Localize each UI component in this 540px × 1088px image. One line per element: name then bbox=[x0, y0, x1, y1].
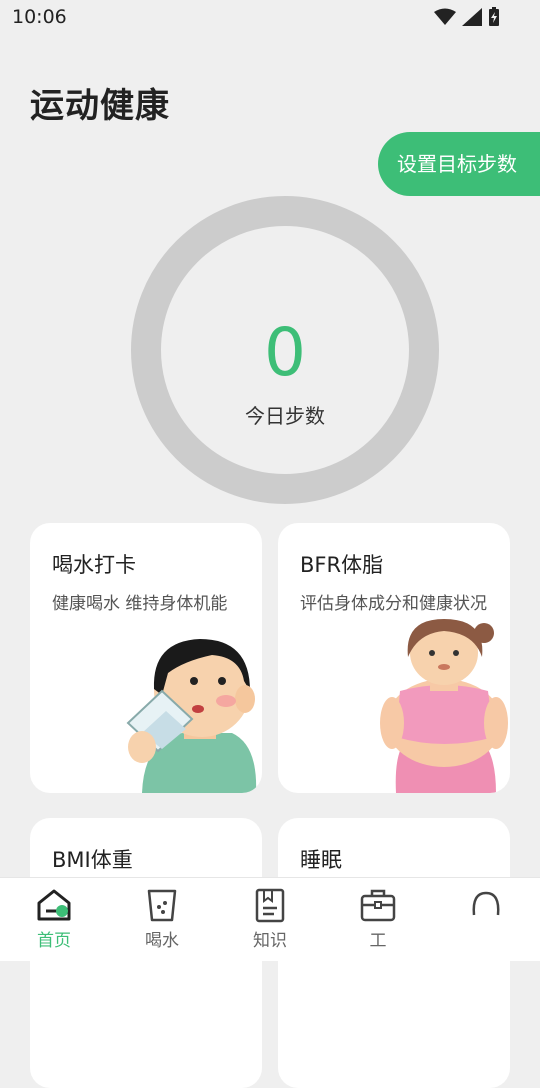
status-time: 10:06 bbox=[12, 6, 67, 28]
nav-item-water[interactable]: 喝水 bbox=[108, 878, 216, 961]
card-water[interactable]: 喝水打卡 健康喝水 维持身体机能 bbox=[30, 523, 262, 793]
page-title: 运动健康 bbox=[30, 86, 170, 126]
battery-icon bbox=[489, 7, 499, 26]
card-bfr[interactable]: BFR体脂 评估身体成分和健康状况 bbox=[278, 523, 510, 793]
status-bar: 10:06 bbox=[0, 0, 540, 36]
card-subtitle: 评估身体成分和健康状况 bbox=[300, 594, 487, 614]
nav-item-tools[interactable]: 工 bbox=[324, 878, 432, 961]
body-fat-illustration bbox=[380, 619, 508, 793]
card-subtitle: 健康喝水 维持身体机能 bbox=[52, 594, 228, 614]
nav-label: 喝水 bbox=[145, 931, 179, 951]
step-label: 今日步数 bbox=[245, 404, 325, 428]
card-title: BFR体脂 bbox=[300, 553, 384, 577]
nav-item-profile[interactable] bbox=[432, 878, 540, 961]
briefcase-icon bbox=[360, 889, 396, 922]
book-icon bbox=[255, 888, 285, 923]
card-title: 喝水打卡 bbox=[52, 553, 136, 577]
nav-label: 工 bbox=[369, 931, 387, 951]
set-goal-steps-button[interactable]: 设置目标步数 bbox=[378, 132, 540, 196]
nav-item-knowledge[interactable]: 知识 bbox=[216, 878, 324, 961]
card-title: BMI体重 bbox=[52, 848, 133, 872]
signal-icon bbox=[462, 8, 482, 26]
nav-label: 知识 bbox=[253, 931, 287, 951]
home-icon bbox=[37, 889, 71, 921]
bottom-nav: 首页 喝水 知识 工 bbox=[0, 877, 540, 961]
nav-label: 首页 bbox=[37, 931, 71, 951]
profile-icon bbox=[472, 891, 500, 916]
status-icons bbox=[434, 7, 500, 27]
wifi-icon bbox=[434, 8, 456, 25]
nav-item-home[interactable]: 首页 bbox=[0, 878, 108, 961]
step-ring: 0 今日步数 bbox=[131, 196, 439, 504]
drinking-boy-illustration bbox=[126, 639, 257, 793]
card-title: 睡眠 bbox=[300, 848, 342, 872]
step-count: 0 bbox=[264, 314, 306, 391]
cup-icon bbox=[147, 889, 177, 922]
